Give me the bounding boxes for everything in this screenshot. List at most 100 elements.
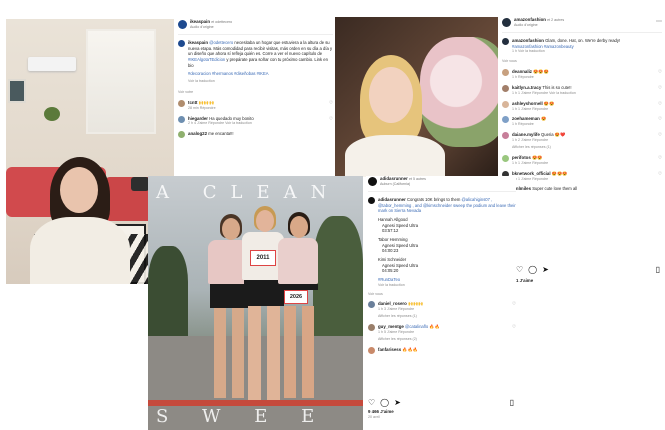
reply-button[interactable]: Répondre (532, 91, 548, 95)
avatar[interactable] (178, 99, 185, 107)
caption-tag[interactable]: #IKEAlgotaTEdicion (188, 57, 225, 62)
view-more[interactable]: Voir vous (502, 59, 662, 64)
heart-icon[interactable]: ♡ (658, 116, 662, 122)
comment-username[interactable]: guy_mentge (378, 324, 404, 329)
translate-link[interactable]: Voir la traduction (188, 79, 333, 84)
avatar[interactable] (502, 132, 509, 140)
avatar[interactable] (502, 116, 509, 124)
comment-username[interactable]: kaitlyn.a.tracy (512, 85, 541, 90)
more-options-icon[interactable]: ⋯ (656, 18, 662, 26)
reply-button[interactable]: Répondre (398, 330, 414, 334)
comment-username[interactable]: ashleyshornell (512, 101, 543, 106)
heart-icon[interactable]: ♡ (329, 116, 333, 122)
share-icon[interactable]: ➤ (542, 265, 549, 276)
comment-text: 😍😍 (531, 154, 543, 160)
avatar[interactable] (178, 115, 185, 123)
reply-button[interactable]: Répondre (532, 138, 548, 142)
bookmark-icon[interactable]: ▯ (656, 265, 660, 276)
heart-icon[interactable]: ♡ (329, 100, 333, 106)
avatar[interactable] (368, 346, 375, 354)
reply-button[interactable]: Répondre (532, 177, 548, 181)
likes-count[interactable]: 1 J'aime (516, 278, 660, 284)
location[interactable]: Auburn (California) (380, 182, 426, 187)
comment-icon[interactable]: ◯ (528, 265, 537, 276)
post-amazon-image (335, 17, 498, 177)
comment-text: me encanta!!! (208, 131, 234, 137)
caption-username[interactable]: adidasrunner (378, 197, 406, 202)
translate-link[interactable]: Voir la traduction (518, 49, 545, 53)
translate-link[interactable]: Voir la traduction (225, 121, 252, 125)
comment-username[interactable]: daniel_rosero (378, 301, 407, 306)
reply-button[interactable]: Répondre (398, 307, 414, 311)
caption-username[interactable]: amazonfashion (512, 38, 544, 43)
comment-username[interactable]: tcntt (188, 100, 198, 105)
view-replies[interactable]: Voir votre (178, 90, 333, 95)
avatar[interactable] (178, 131, 185, 139)
avatar[interactable] (368, 324, 375, 332)
comment-username[interactable]: analog22 (188, 131, 207, 136)
avatar[interactable] (502, 84, 509, 92)
collaborators[interactable]: et 2 autres (547, 18, 564, 22)
avatar[interactable] (502, 69, 509, 77)
bookmark-icon[interactable]: ▯ (510, 398, 514, 409)
reply-button[interactable]: Répondre (532, 107, 548, 111)
comment-likes[interactable]: 1 J'aime (518, 161, 531, 165)
reply-button[interactable]: Répondre (518, 122, 534, 126)
heart-icon[interactable]: ♡ (512, 301, 516, 307)
comment-username[interactable]: fanfarisess (378, 347, 401, 352)
avatar[interactable] (502, 17, 511, 27)
heart-icon[interactable]: ♡ (658, 85, 662, 91)
comment-username[interactable]: deannaliz (512, 69, 532, 74)
woman-face (60, 167, 98, 213)
show-replies[interactable]: Afficher les réponses (1) (378, 314, 507, 319)
translate-link[interactable]: Voir la traduction (378, 283, 516, 288)
avatar[interactable] (368, 301, 375, 309)
comment-username[interactable]: perifotos (512, 155, 531, 160)
avatar[interactable] (178, 19, 187, 29)
show-replies[interactable]: Afficher les réponses (1) (512, 145, 653, 150)
caption-hashtags[interactable]: #decoracion #hermanos #diseñobas #IKEA (188, 71, 333, 77)
comment-icon[interactable]: ◯ (380, 398, 389, 409)
comment-likes[interactable]: 2 J'aime (518, 138, 531, 142)
heart-icon[interactable]: ♡ (658, 101, 662, 107)
collaborators[interactable]: et 5 autres (409, 177, 426, 181)
username[interactable]: adidasrunner (380, 176, 408, 181)
username[interactable]: ikeaspain (190, 19, 210, 24)
comment-likes[interactable]: 4 J'aime (194, 121, 207, 125)
heart-icon[interactable]: ♡ (512, 324, 516, 330)
comment-username[interactable]: daiane.mylife (512, 132, 540, 137)
reply-button[interactable]: Répondre (208, 121, 224, 125)
caption-mention[interactable]: @odettecero (209, 40, 233, 45)
audio-label[interactable]: Audio d'origine (190, 25, 232, 30)
avatar[interactable] (368, 176, 377, 186)
heart-icon[interactable]: ♡ (368, 398, 375, 409)
avatar[interactable] (502, 100, 509, 108)
heart-icon[interactable]: ♡ (658, 155, 662, 161)
show-replies[interactable]: Afficher les réponses (2) (378, 337, 507, 342)
view-more[interactable]: Voir vous (368, 292, 516, 297)
heart-icon[interactable]: ♡ (658, 69, 662, 75)
collaborators[interactable]: et odettecero (211, 20, 232, 24)
comment-username[interactable]: hiegarder (188, 116, 208, 121)
comment-likes[interactable]: 1 J'aime (518, 177, 531, 181)
comment-likes[interactable]: 1 J'aime (518, 107, 531, 111)
comment-likes[interactable]: 1 J'aime (518, 91, 531, 95)
comment-username[interactable]: zoehameman (512, 116, 540, 121)
post-header: amazonfashion et 2 autres Audio d'origin… (502, 17, 662, 28)
comment-likes[interactable]: 3 J'aime (384, 307, 397, 311)
overlay-text-top: A CLEAN (156, 182, 341, 203)
reply-button[interactable]: Répondre (532, 161, 548, 165)
share-icon[interactable]: ➤ (394, 398, 401, 409)
comment-likes[interactable]: 5 J'aime (384, 330, 397, 334)
comment-username[interactable]: bknetwork_official (512, 171, 551, 176)
heart-icon[interactable]: ♡ (516, 265, 523, 276)
username[interactable]: amazonfashion (514, 17, 546, 22)
avatar[interactable] (502, 154, 509, 162)
translate-link[interactable]: Voir la traduction (549, 91, 576, 95)
heart-icon[interactable]: ♡ (658, 171, 662, 177)
caption-username[interactable]: ikeaspain (188, 40, 208, 45)
reply-button[interactable]: Répondre (518, 75, 534, 79)
heart-icon[interactable]: ♡ (658, 132, 662, 138)
audio-label[interactable]: Audio d'origine (514, 23, 564, 28)
reply-button[interactable]: Répondre (200, 106, 216, 110)
